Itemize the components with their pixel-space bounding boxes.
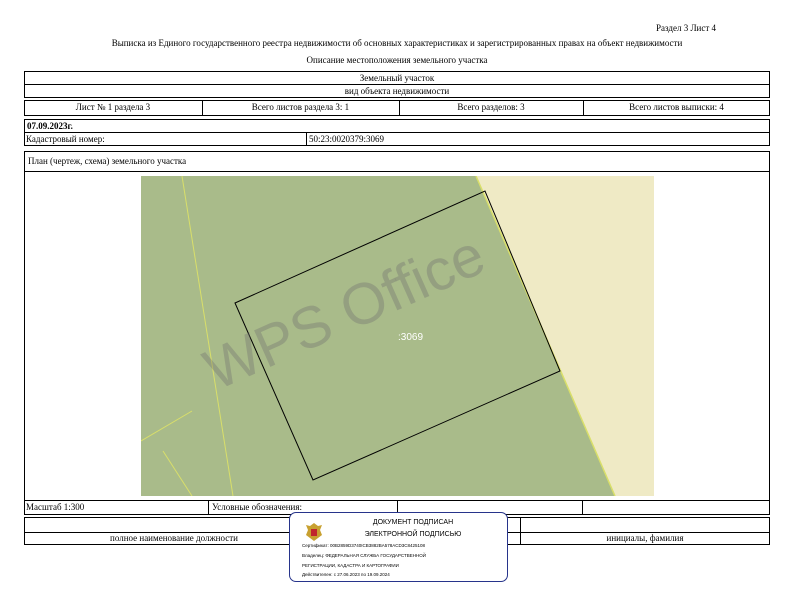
cadastral-number: 50:23:0020379:3069 <box>309 134 385 144</box>
object-type-row: Земельный участок <box>24 71 770 85</box>
stamp-valid: Действителен: с 27.06.2023 по 19.09.2024 <box>302 572 390 577</box>
total-sheets-extract: Всего листов выписки: 4 <box>629 102 724 112</box>
stamp-line-2: ЭЛЕКТРОННОЙ ПОДПИСЬЮ <box>364 531 462 538</box>
object-type: Земельный участок <box>359 73 435 83</box>
emblem-icon <box>306 523 322 541</box>
cadastral-label: Кадастровый номер: <box>26 134 105 144</box>
parcel-label: :3069 <box>398 332 423 343</box>
document-subtitle: Описание местоположения земельного участ… <box>306 55 488 65</box>
document-title: Выписка из Единого государственного реес… <box>111 38 683 48</box>
date-row: 07.09.2023г. <box>24 119 770 133</box>
extract-date: 07.09.2023г. <box>27 121 73 131</box>
stamp-cert: Сертификат: 00B2859D3740ICB3882BA578ACD3… <box>302 543 426 548</box>
object-kind: вид объекта недвижимости <box>344 86 450 96</box>
stamp-owner-2: РЕГИСТРАЦИИ, КАДАСТРА И КАРТОГРАФИИ <box>302 563 399 568</box>
stamp-owner-1: Владелец: ФЕДЕРАЛЬНАЯ СЛУЖБА ГОСУДАРСТВЕ… <box>302 553 426 558</box>
section-sheet-label: Раздел 3 Лист 4 <box>656 23 717 33</box>
legend-label: Условные обозначения: <box>212 502 303 512</box>
total-sections: Всего разделов: 3 <box>457 102 525 112</box>
plan-map: :3069 WPS Office <box>141 176 654 496</box>
scale: Масштаб 1:300 <box>26 502 85 512</box>
stamp-line-1: ДОКУМЕНТ ПОДПИСАН <box>372 519 454 526</box>
position-label: полное наименование должности <box>110 533 238 543</box>
object-kind-row: вид объекта недвижимости <box>24 84 770 98</box>
e-signature-stamp: ДОКУМЕНТ ПОДПИСАН ЭЛЕКТРОННОЙ ПОДПИСЬЮ С… <box>289 512 508 582</box>
initials-label: инициалы, фамилия <box>606 533 684 543</box>
total-sheets-section: Всего листов раздела 3: 1 <box>251 102 350 112</box>
sheet-number: Лист № 1 раздела 3 <box>75 102 151 112</box>
cadastral-row <box>24 132 770 146</box>
plan-label: План (чертеж, схема) земельного участка <box>28 156 187 166</box>
